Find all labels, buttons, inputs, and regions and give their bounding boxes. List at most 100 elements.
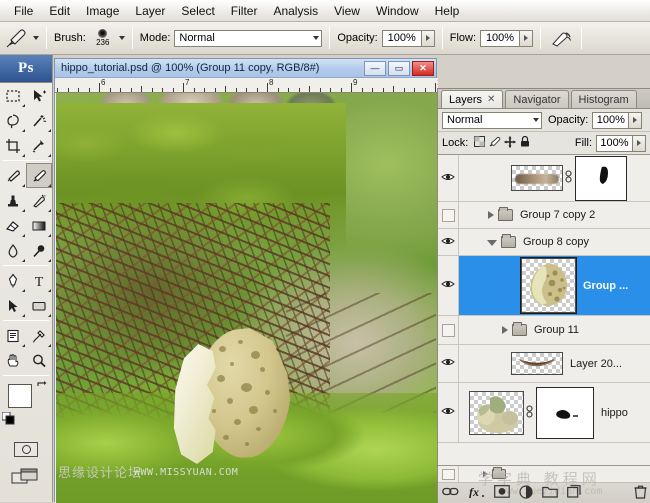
layer-body[interactable]: Group 8 copy — [459, 231, 650, 253]
fill-slider-button[interactable] — [633, 135, 646, 152]
quick-mask-mode-button[interactable] — [0, 436, 52, 462]
menu-item-filter[interactable]: Filter — [223, 2, 266, 20]
lock-image-pixels-icon[interactable] — [487, 136, 502, 150]
lock-transparent-pixels-icon[interactable] — [472, 136, 487, 150]
table-row[interactable] — [438, 155, 650, 202]
layer-body[interactable]: Group 11 — [459, 319, 650, 341]
layer-visibility-toggle[interactable] — [438, 229, 459, 255]
clone-stamp-tool[interactable] — [0, 188, 26, 213]
new-group-button[interactable] — [542, 484, 558, 499]
delete-layer-button[interactable] — [634, 484, 647, 499]
link-layers-button[interactable] — [442, 484, 459, 499]
flow-slider-button[interactable] — [520, 30, 533, 47]
layer-visibility-toggle[interactable] — [438, 256, 459, 315]
group-disclosure-triangle-icon[interactable] — [488, 211, 494, 219]
table-row[interactable]: Layer 20... — [438, 345, 650, 383]
zoom-tool[interactable] — [26, 348, 52, 373]
rectangle-tool[interactable] — [26, 293, 52, 318]
healing-brush-tool[interactable] — [0, 163, 26, 188]
layer-thumbnail[interactable] — [511, 352, 563, 375]
brush-size-preview[interactable]: 236 — [90, 29, 116, 47]
group-disclosure-triangle-open-icon[interactable] — [487, 240, 497, 246]
layer-opacity-input[interactable]: 100% — [592, 112, 629, 129]
table-row[interactable]: Group 7 copy 2 — [438, 202, 650, 229]
new-layer-button[interactable] — [567, 484, 581, 499]
mask-link-icon[interactable] — [524, 405, 535, 421]
opacity-input[interactable]: 100% — [382, 30, 422, 47]
tab-histogram[interactable]: Histogram — [571, 90, 637, 108]
table-row[interactable]: Group ... — [438, 256, 650, 316]
menu-item-analysis[interactable]: Analysis — [265, 2, 326, 20]
blur-tool[interactable] — [0, 238, 26, 263]
layer-body[interactable] — [459, 155, 650, 203]
document-title-bar[interactable]: hippo_tutorial.psd @ 100% (Group 11 copy… — [55, 59, 436, 78]
tab-navigator[interactable]: Navigator — [505, 90, 568, 108]
menu-item-window[interactable]: Window — [368, 2, 427, 20]
opacity-slider-button[interactable] — [422, 30, 435, 47]
close-icon[interactable]: ✕ — [487, 94, 495, 105]
new-adjustment-layer-button[interactable] — [519, 484, 533, 499]
layer-visibility-toggle[interactable] — [438, 316, 459, 344]
menu-item-help[interactable]: Help — [427, 2, 468, 20]
lock-position-icon[interactable] — [502, 136, 517, 151]
brush-size-chevron-down-icon[interactable] — [119, 36, 125, 40]
menu-item-file[interactable]: File — [6, 2, 41, 20]
group-disclosure-triangle-icon[interactable] — [483, 471, 488, 477]
maximize-button[interactable]: ▭ — [388, 61, 410, 76]
menu-item-select[interactable]: Select — [173, 2, 222, 20]
canvas[interactable]: 思缘设计论坛 WWW.MISSYUAN.COM — [56, 93, 438, 503]
default-colors-icon[interactable] — [2, 412, 15, 428]
eraser-tool[interactable] — [0, 213, 26, 238]
group-disclosure-triangle-icon[interactable] — [502, 326, 508, 334]
crop-tool[interactable] — [0, 133, 26, 158]
table-row-partial[interactable] — [438, 466, 650, 483]
menu-item-view[interactable]: View — [326, 2, 368, 20]
path-selection-tool[interactable] — [0, 293, 26, 318]
horizontal-type-tool[interactable]: T — [26, 268, 52, 293]
tab-layers[interactable]: Layers ✕ — [441, 90, 503, 108]
table-row[interactable]: hippo — [438, 383, 650, 443]
brush-icon[interactable] — [4, 26, 30, 50]
layer-mask-thumbnail[interactable] — [536, 387, 594, 439]
layer-thumbnail[interactable] — [511, 165, 563, 191]
layer-thumbnail[interactable] — [469, 391, 524, 435]
screen-mode-button[interactable] — [0, 462, 52, 492]
menu-item-image[interactable]: Image — [78, 2, 127, 20]
layer-body[interactable]: Group 7 copy 2 — [459, 204, 650, 226]
magic-wand-tool[interactable] — [26, 108, 52, 133]
rectangular-marquee-tool[interactable] — [0, 83, 26, 108]
gradient-tool[interactable] — [26, 213, 52, 238]
layer-body[interactable]: hippo — [459, 385, 650, 441]
brush-tool[interactable] — [26, 163, 52, 188]
brush-preset-chevron-down-icon[interactable] — [33, 36, 39, 40]
layer-mask-thumbnail[interactable] — [575, 156, 627, 201]
layer-thumbnail[interactable] — [521, 258, 576, 313]
menu-item-edit[interactable]: Edit — [41, 2, 78, 20]
lock-all-icon[interactable] — [517, 136, 532, 150]
blend-mode-select[interactable]: Normal — [174, 30, 322, 47]
layer-visibility-toggle[interactable] — [438, 383, 459, 442]
lasso-tool[interactable] — [0, 108, 26, 133]
layer-visibility-toggle[interactable] — [438, 345, 459, 382]
slice-tool[interactable] — [26, 133, 52, 158]
horizontal-ruler[interactable]: 678910 — [55, 78, 438, 93]
layer-visibility-toggle[interactable] — [438, 466, 459, 482]
layer-blend-mode-select[interactable]: Normal — [442, 112, 542, 129]
layer-list[interactable]: Group 7 copy 2 Group 8 copy — [438, 155, 650, 465]
move-tool[interactable] — [26, 83, 52, 108]
dodge-tool[interactable] — [26, 238, 52, 263]
notes-tool[interactable] — [0, 323, 26, 348]
layer-visibility-toggle[interactable] — [438, 202, 459, 228]
airbrush-icon[interactable] — [548, 26, 574, 50]
hand-tool[interactable] — [0, 348, 26, 373]
eyedropper-tool[interactable] — [26, 323, 52, 348]
mask-link-icon[interactable] — [563, 170, 574, 186]
history-brush-tool[interactable] — [26, 188, 52, 213]
add-layer-mask-button[interactable] — [494, 484, 510, 499]
pen-tool[interactable] — [0, 268, 26, 293]
fill-input[interactable]: 100% — [596, 135, 633, 152]
swap-colors-icon[interactable] — [36, 380, 48, 395]
layer-visibility-toggle[interactable] — [438, 155, 459, 201]
layer-body[interactable]: Layer 20... — [459, 350, 650, 377]
minimize-button[interactable]: — — [364, 61, 386, 76]
